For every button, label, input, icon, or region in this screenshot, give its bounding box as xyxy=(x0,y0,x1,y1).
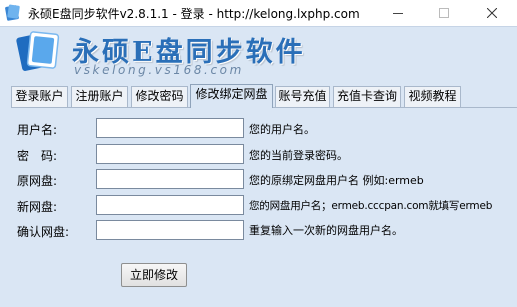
confirm-disk-input[interactable] xyxy=(96,220,244,240)
new-disk-hint: 您的网盘用户名；ermeb.cccpan.com就填写ermeb xyxy=(249,200,493,212)
password-hint: 您的当前登录密码。 xyxy=(249,149,348,162)
password-label: 密 码: xyxy=(17,149,58,163)
new-disk-input[interactable] xyxy=(96,195,244,215)
old-disk-hint: 您的原绑定网盘用户名 例如:ermeb xyxy=(249,174,424,187)
minimize-icon xyxy=(393,13,403,14)
tab-change-password[interactable]: 修改密码 xyxy=(131,86,188,107)
maximize-button[interactable] xyxy=(422,0,466,26)
tab-strip: 登录账户 注册账户 修改密码 修改绑定网盘 账号充值 充值卡查询 视频教程 xyxy=(11,84,517,108)
tab-video-tutorial[interactable]: 视频教程 xyxy=(404,86,461,107)
banner: 永硕E盘同步软件 vskelong.vs168.com xyxy=(0,27,517,83)
window-title: 永硕E盘同步软件v2.8.1.1 - 登录 - http://kelong.lx… xyxy=(28,7,360,21)
password-input[interactable] xyxy=(96,144,244,164)
confirm-disk-label: 确认网盘: xyxy=(17,225,70,239)
title-bar[interactable]: 永硕E盘同步软件v2.8.1.1 - 登录 - http://kelong.lx… xyxy=(0,0,517,26)
new-disk-label: 新网盘: xyxy=(17,200,58,214)
app-logo-icon xyxy=(16,31,60,71)
username-input[interactable] xyxy=(96,118,244,138)
close-button[interactable] xyxy=(470,0,514,26)
tab-login[interactable]: 登录账户 xyxy=(11,86,68,107)
tab-change-bound-disk[interactable]: 修改绑定网盘 xyxy=(190,84,273,108)
confirm-disk-hint: 重复输入一次新的网盘用户名。 xyxy=(249,224,403,237)
username-hint: 您的用户名。 xyxy=(249,123,315,136)
app-logo-icon xyxy=(5,4,20,21)
tab-recharge[interactable]: 账号充值 xyxy=(275,86,330,107)
brand-subtitle: vskelong.vs168.com xyxy=(74,63,244,77)
tab-card-query[interactable]: 充值卡查询 xyxy=(333,86,401,107)
minimize-button[interactable] xyxy=(376,0,420,26)
old-disk-label: 原网盘: xyxy=(17,174,58,188)
submit-button[interactable]: 立即修改 xyxy=(121,263,187,287)
username-label: 用户名: xyxy=(17,123,58,137)
client-area: 永硕E盘同步软件 vskelong.vs168.com 登录账户 注册账户 修改… xyxy=(0,26,517,307)
tab-register[interactable]: 注册账户 xyxy=(71,86,128,107)
change-disk-form: 用户名: 您的用户名。 密 码: 您的当前登录密码。 原网盘: 您的原绑定网盘用… xyxy=(0,108,517,307)
maximize-icon xyxy=(439,8,449,18)
close-icon xyxy=(487,8,497,18)
old-disk-input[interactable] xyxy=(96,169,244,189)
